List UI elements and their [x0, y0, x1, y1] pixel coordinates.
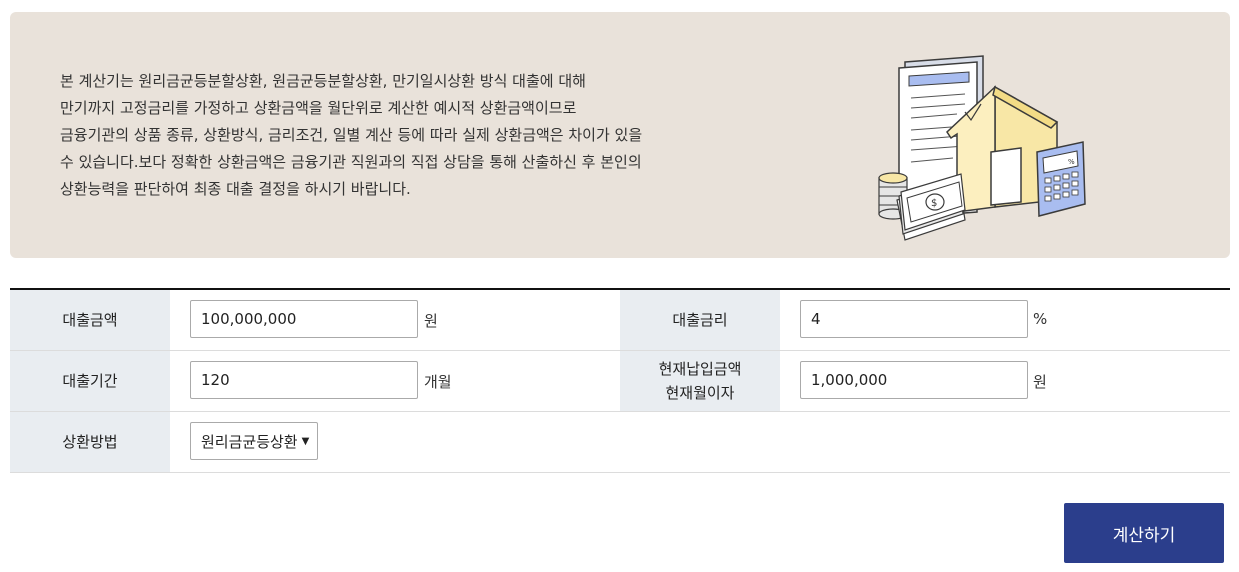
- loan-period-input[interactable]: [190, 361, 418, 399]
- form-row: 상환방법 원리금균등상환 ▼: [10, 412, 1230, 473]
- interest-rate-label: 대출금리: [620, 290, 780, 350]
- loan-period-label: 대출기간: [10, 351, 170, 411]
- caret-down-icon: ▼: [301, 435, 310, 447]
- svg-text:%: %: [1068, 158, 1075, 166]
- loan-amount-unit: 원: [424, 312, 438, 330]
- loan-amount-label: 대출금액: [10, 290, 170, 350]
- repayment-method-selected: 원리금균등상환: [201, 432, 298, 451]
- loan-calculator-form: 대출금액 원 대출금리 % 대출기간 개월 현재납입금액 현재월이자 원 상환방…: [10, 288, 1230, 473]
- repayment-method-select[interactable]: 원리금균등상환 ▼: [190, 422, 319, 460]
- notice-line: 본 계산기는 원리금균등분할상환, 원금균등분할상환, 만기일시상환 방식 대출…: [60, 72, 586, 90]
- notice-line: 금융기관의 상품 종류, 상환방식, 금리조건, 일별 계산 등에 따라 실제 …: [60, 126, 643, 144]
- form-row: 대출기간 개월 현재납입금액 현재월이자 원: [10, 351, 1230, 412]
- notice-line: 만기까지 고정금리를 가정하고 상환금액을 월단위로 계산한 예시적 상환금액이…: [60, 99, 577, 117]
- interest-rate-unit: %: [1033, 310, 1048, 328]
- interest-rate-input[interactable]: [800, 300, 1028, 338]
- current-payment-unit: 원: [1033, 373, 1047, 391]
- notice-text: 본 계산기는 원리금균등분할상환, 원금균등분할상환, 만기일시상환 방식 대출…: [60, 68, 742, 203]
- calculator-icon: %: [1036, 141, 1086, 217]
- svg-text:$: $: [931, 198, 937, 209]
- current-payment-label-line2: 현재월이자: [665, 384, 735, 402]
- current-payment-input[interactable]: [800, 361, 1028, 399]
- current-payment-label: 현재납입금액 현재월이자: [620, 351, 780, 411]
- calculate-button[interactable]: 계산하기: [1064, 503, 1224, 563]
- notice-box: 본 계산기는 원리금균등분할상환, 원금균등분할상환, 만기일시상환 방식 대출…: [10, 12, 1230, 258]
- loan-illustration: % $: [878, 55, 1086, 241]
- repayment-method-label: 상환방법: [10, 412, 170, 472]
- loan-amount-input[interactable]: [190, 300, 418, 338]
- notice-line: 수 있습니다.보다 정확한 상환금액은 금융기관 직원과의 직접 상담을 통해 …: [60, 153, 642, 171]
- loan-period-unit: 개월: [424, 373, 452, 391]
- form-row: 대출금액 원 대출금리 %: [10, 290, 1230, 351]
- notice-line: 상환능력을 판단하여 최종 대출 결정을 하시기 바랍니다.: [60, 180, 411, 198]
- current-payment-label-line1: 현재납입금액: [658, 360, 742, 378]
